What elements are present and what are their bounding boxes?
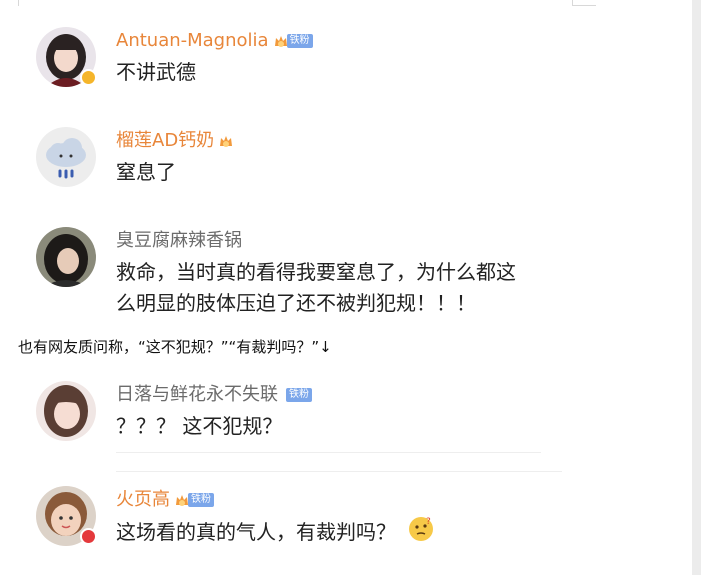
divider [116,471,562,472]
username[interactable]: 日落与鲜花永不失联 [116,384,278,405]
username[interactable]: 臭豆腐麻辣香锅 [116,229,242,253]
comment-text: 不讲武德 [116,60,196,84]
crown-icon [218,132,234,150]
fan-badge-label: 铁粉 [188,493,214,507]
username[interactable]: Antuan-Magnolia [116,30,269,51]
avatar[interactable] [36,381,96,441]
verified-badge-icon [80,69,97,86]
fan-badge: 铁粉 [174,491,214,509]
comment-item: 日落与鲜花永不失联 铁粉 ？？？ 这不犯规？ [36,381,596,451]
comment-item: 榴莲AD钙奶 窒息了 [36,127,596,197]
username[interactable]: 榴莲AD钙奶 [116,130,214,151]
divider [116,452,541,453]
svg-text:?: ? [426,517,431,527]
fan-badge: 铁粉 [282,386,312,404]
crown-icon [174,491,190,509]
verified-badge-icon [80,528,97,545]
comment-text: 救命，当时真的看得我要窒息了，为什么都这 [116,260,516,284]
comment-text: 么明显的肢体压迫了还不被判犯规！！！ [116,291,476,315]
scrollbar-track[interactable] [692,0,701,575]
fan-badge: 铁粉 [273,32,313,50]
avatar[interactable] [36,127,96,187]
fan-badge-label: 铁粉 [286,34,313,48]
comment-item: 火页高 铁粉 这场看的真的气人，有裁判吗？ ? [36,486,596,556]
comment-text: 窒息了 [116,160,176,184]
fan-badge-label: 铁粉 [286,388,312,402]
username[interactable]: 火页高 [116,489,170,510]
avatar[interactable] [36,227,96,287]
comment-text: 这场看的真的气人，有裁判吗？ [116,520,396,544]
fan-badge [218,132,234,150]
crown-icon [273,32,289,50]
article-caption: 也有网友质问称，“这不犯规？”“有裁判吗？”↓ [18,338,332,356]
thinking-emoji-icon: ? [408,516,434,551]
comment-item: Antuan-Magnolia 铁粉 不讲武德 [36,27,596,97]
comment-item: 臭豆腐麻辣香锅 救命，当时真的看得我要窒息了，为什么都这 么明显的肢体压迫了还不… [36,227,596,322]
comment-text: ？？？ 这不犯规？ [116,414,283,438]
